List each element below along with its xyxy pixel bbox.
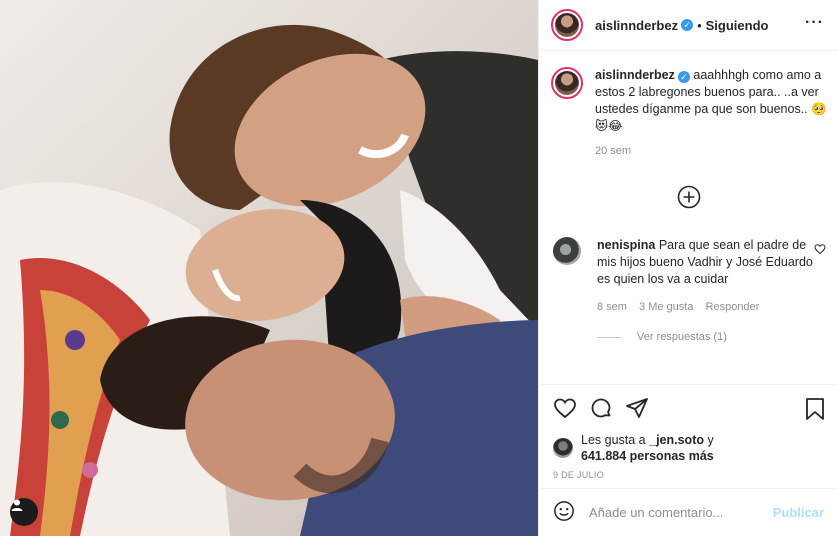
emoji-smile-icon[interactable] [553, 500, 575, 525]
commenter-avatar[interactable] [553, 237, 581, 265]
plus-circle-icon[interactable] [677, 185, 701, 209]
likes-joiner: y [707, 433, 714, 447]
comment-time: 8 sem [597, 301, 627, 313]
likes-prefix: Les gusta a [581, 433, 646, 447]
comment-input[interactable]: Añade un comentario... [589, 505, 773, 520]
publish-button[interactable]: Publicar [773, 505, 824, 520]
view-replies-label[interactable]: Ver respuestas (1) [637, 331, 727, 343]
view-replies[interactable]: Ver respuestas (1) [597, 331, 727, 343]
author-avatar[interactable] [551, 9, 583, 41]
likes-text: Les gusta a _jen.soto y 641.884 personas… [581, 432, 714, 464]
heart-icon[interactable] [553, 396, 577, 420]
post-photo[interactable] [0, 0, 538, 536]
follow-status-button[interactable]: Siguiendo [706, 18, 769, 33]
bookmark-icon[interactable] [804, 397, 826, 424]
verified-badge-icon: ✓ [681, 19, 694, 31]
post-sidebar: aislinnderbez ✓ • Siguiendo ··· aislinnd… [538, 0, 838, 536]
likes-count[interactable]: 641.884 personas más [581, 449, 714, 463]
user-tag-icon[interactable] [10, 498, 38, 526]
caption-time: 20 sem [595, 145, 632, 157]
comment-like-icon[interactable] [814, 243, 826, 258]
caption: aislinnderbez ✓ aaahhhgh como amo a estos… [539, 51, 838, 157]
comments-section: aislinnderbez ✓ aaahhhgh como amo a estos… [539, 51, 838, 384]
liker-username[interactable]: _jen.soto [649, 433, 704, 447]
author-username[interactable]: aislinnderbez [595, 18, 678, 33]
caption-text: aislinnderbez ✓ aaahhhgh como amo a estos… [595, 67, 831, 135]
caption-avatar[interactable] [551, 67, 583, 99]
comment-bubble-icon[interactable] [589, 396, 613, 420]
paper-plane-icon[interactable] [625, 396, 649, 420]
comment-reply-button[interactable]: Responder [706, 301, 760, 313]
replies-divider [597, 336, 621, 338]
post-photo-illustration [0, 0, 538, 536]
likes-summary: Les gusta a _jen.soto y 641.884 personas… [539, 430, 838, 466]
action-bar [539, 384, 838, 430]
comment-meta: 8 sem 3 Me gusta Responder [597, 301, 768, 313]
instagram-post: aislinnderbez ✓ • Siguiendo ··· aislinnd… [0, 0, 838, 536]
comment-item: nenispina Para que sean el padre de mis … [553, 237, 831, 288]
verified-badge-icon: ✓ [677, 71, 690, 83]
more-options-icon[interactable]: ··· [805, 14, 824, 32]
add-comment-bar: Añade un comentario... Publicar [539, 488, 838, 536]
separator-dot: • [697, 17, 702, 33]
liker-avatar[interactable] [553, 438, 573, 458]
post-header: aislinnderbez ✓ • Siguiendo ··· [539, 0, 838, 51]
caption-username[interactable]: aislinnderbez [595, 68, 675, 82]
comment-likes[interactable]: 3 Me gusta [639, 301, 693, 313]
comment-text: nenispina Para que sean el padre de mis … [597, 237, 813, 288]
post-date[interactable]: 9 DE JULIO [539, 466, 838, 488]
commenter-username[interactable]: nenispina [597, 238, 655, 252]
